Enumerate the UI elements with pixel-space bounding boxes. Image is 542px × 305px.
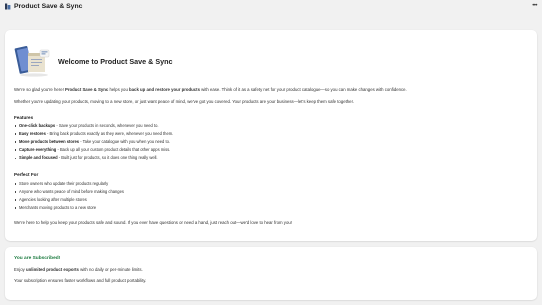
list-item: Agencies looking after multiple stores bbox=[14, 196, 124, 204]
app-header: Product Save & Sync ••• bbox=[0, 0, 542, 13]
more-options-icon[interactable]: ••• bbox=[532, 3, 537, 9]
intro-paragraph: We're so glad you're here! Product Save … bbox=[14, 87, 407, 92]
list-item: One-click backups - Save your products i… bbox=[14, 122, 173, 130]
subscription-heading: You are Subscribed! bbox=[14, 256, 61, 261]
list-item: Anyone who wants peace of mind before ma… bbox=[14, 188, 124, 196]
subscription-emphasis: unlimited product exports bbox=[25, 267, 79, 272]
subscription-card: You are Subscribed! Enjoy unlimited prod… bbox=[5, 247, 537, 300]
list-item: Store owners who update their products r… bbox=[14, 180, 124, 188]
list-item: Merchants moving products to a new store bbox=[14, 204, 124, 212]
list-item: Simple and focused - Built just for prod… bbox=[14, 154, 173, 162]
perfect-for-list: Store owners who update their products r… bbox=[14, 180, 124, 212]
subscription-line-2: Your subscription ensures faster workflo… bbox=[14, 278, 147, 283]
perfect-for-heading: Perfect For bbox=[14, 172, 39, 177]
list-item: Capture everything - Back up all your cu… bbox=[14, 146, 173, 154]
subscription-line-1: Enjoy unlimited product exports with no … bbox=[14, 267, 143, 272]
app-name-text: Product Save & Sync bbox=[65, 87, 109, 92]
features-heading: Features bbox=[14, 115, 34, 120]
second-paragraph: Whether you're updating your products, m… bbox=[14, 99, 354, 104]
box-and-notebook-illustration bbox=[14, 46, 50, 77]
closing-paragraph: We're here to help you keep your product… bbox=[14, 220, 292, 225]
app-logo-icon bbox=[5, 3, 11, 10]
intro-emphasis: back up and restore your products bbox=[129, 87, 200, 92]
welcome-title: Welcome to Product Save & Sync bbox=[58, 57, 173, 66]
list-item: Move products between stores - Take your… bbox=[14, 138, 173, 146]
list-item: Easy restores - Bring back products exac… bbox=[14, 130, 173, 138]
app-title: Product Save & Sync bbox=[14, 3, 83, 10]
features-list: One-click backups - Save your products i… bbox=[14, 122, 173, 162]
welcome-card: Welcome to Product Save & Sync We're so … bbox=[5, 30, 537, 241]
